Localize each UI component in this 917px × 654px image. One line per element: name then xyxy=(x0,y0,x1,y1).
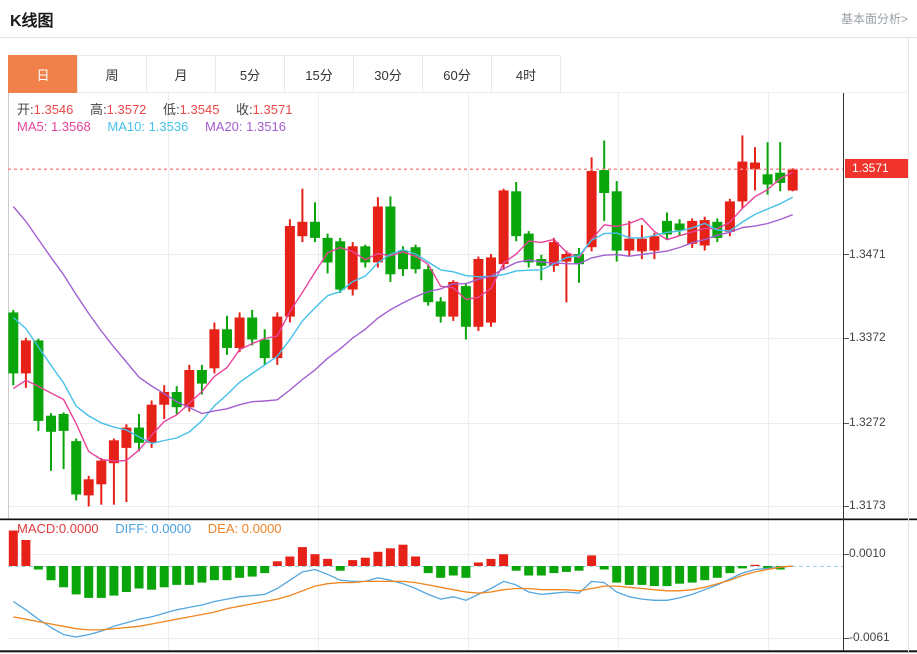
price-axis-tick-3: 1.3272 xyxy=(849,415,886,429)
open-label: 开: xyxy=(17,102,34,117)
high-value: 1.3572 xyxy=(106,102,147,117)
ma20-value: 1.3516 xyxy=(246,119,286,134)
ma10-value: 1.3536 xyxy=(148,119,189,134)
close-value: 1.3571 xyxy=(252,102,293,117)
tab-day[interactable]: 日 xyxy=(8,55,78,93)
tab-60min[interactable]: 60分 xyxy=(422,55,492,93)
dea-label: DEA: xyxy=(207,521,239,536)
macd-axis-tick-2: -0.0061 xyxy=(849,630,890,644)
dea-value: 0.0000 xyxy=(241,521,282,536)
open-value: 1.3546 xyxy=(33,102,74,117)
close-label: 收: xyxy=(236,102,253,117)
price-axis-tick-4: 1.3173 xyxy=(849,498,886,512)
panel-right-border xyxy=(908,38,909,652)
ohlc-legend: 开:1.3546 高:1.3572 低:1.3545 收:1.3571 xyxy=(17,99,305,118)
ma5-label: MA5: xyxy=(17,119,48,134)
title-divider xyxy=(0,37,917,38)
period-tabbar: 日 周 月 5分 15分 30分 60分 4时 xyxy=(8,55,561,93)
high-label: 高: xyxy=(90,102,107,117)
tab-30min[interactable]: 30分 xyxy=(353,55,423,93)
low-label: 低: xyxy=(163,102,180,117)
ma-legend: MA5: 1.3568 MA10: 1.3536 MA20: 1.3516 xyxy=(17,119,299,134)
ma10-label: MA10: xyxy=(107,119,145,134)
diff-value: 0.0000 xyxy=(151,521,192,536)
last-price-tag: 1.3571 xyxy=(845,159,908,178)
tab-5min[interactable]: 5分 xyxy=(215,55,285,93)
macd-legend: MACD:0.0000 DIFF: 0.0000 DEA: 0.0000 xyxy=(17,521,295,536)
price-axis-tick-1: 1.3471 xyxy=(849,247,886,261)
tab-week[interactable]: 周 xyxy=(77,55,147,93)
page-title: K线图 xyxy=(10,13,54,30)
ma20-label: MA20: xyxy=(204,119,243,134)
tab-month[interactable]: 月 xyxy=(146,55,216,93)
macd-axis-tick-1: 0.0010 xyxy=(849,546,886,560)
ma5-value: 1.3568 xyxy=(50,119,91,134)
tab-15min[interactable]: 15分 xyxy=(284,55,354,93)
tab-4hour[interactable]: 4时 xyxy=(491,55,561,93)
diff-label: DIFF: xyxy=(115,521,148,536)
price-axis-tick-2: 1.3372 xyxy=(849,330,886,344)
fundamental-analysis-link[interactable]: 基本面分析> xyxy=(841,10,908,27)
macd-value: 0.0000 xyxy=(58,521,99,536)
low-value: 1.3545 xyxy=(179,102,220,117)
macd-label: MACD: xyxy=(17,521,59,536)
